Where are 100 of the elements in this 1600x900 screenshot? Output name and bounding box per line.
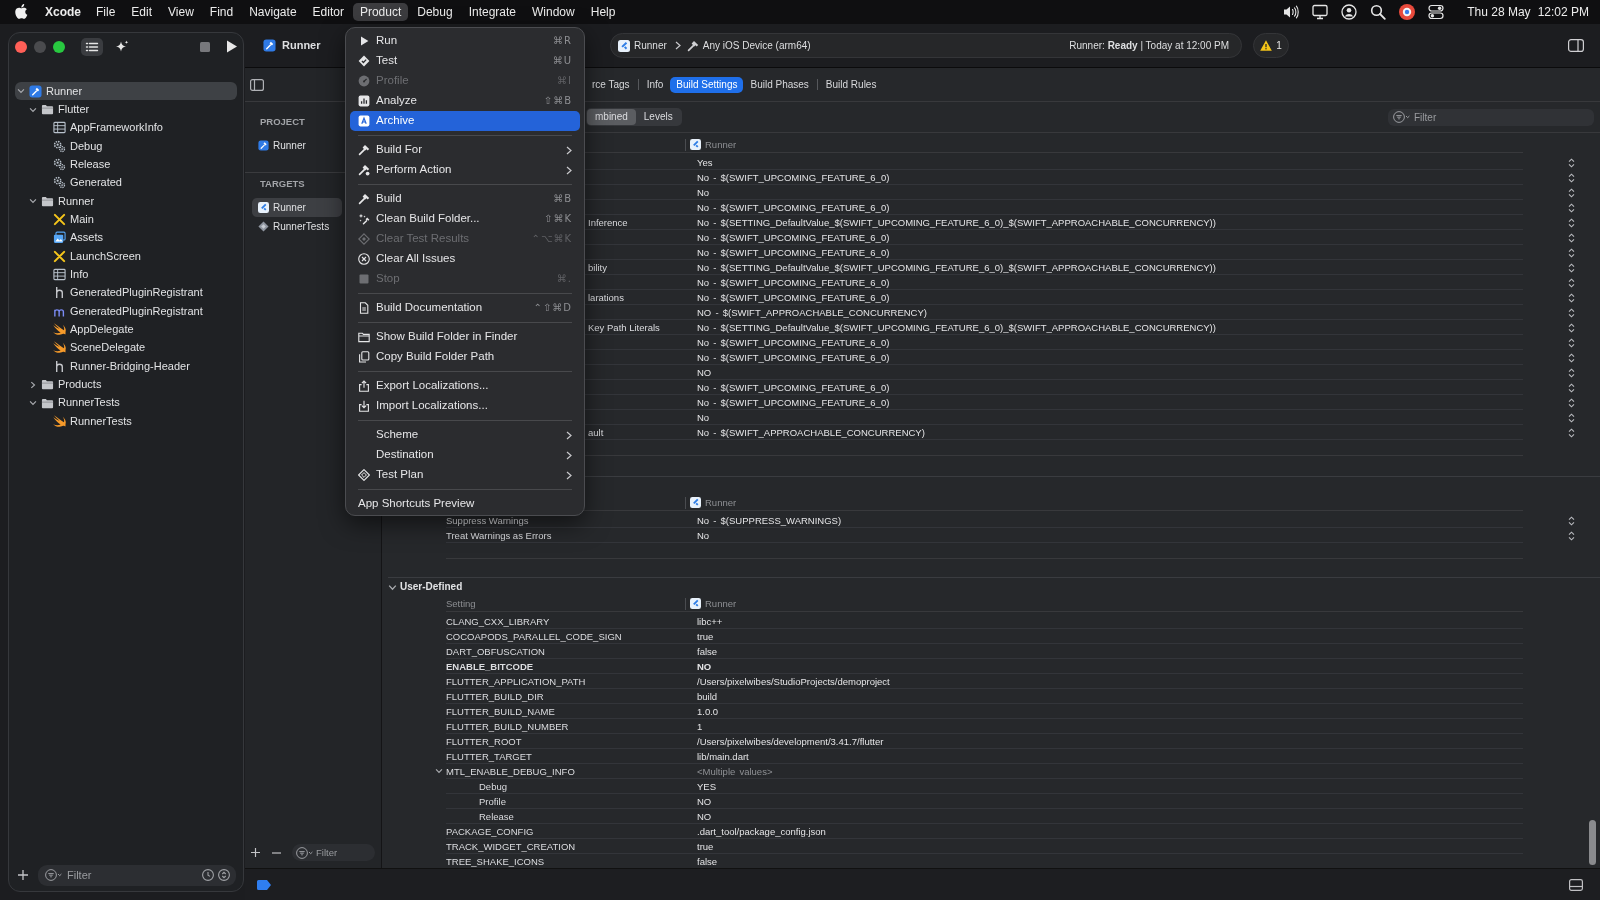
menu-bar-clock[interactable]: 12:02 PM [1537, 4, 1589, 20]
navigator-item[interactable]: Products [15, 375, 237, 394]
play-icon[interactable] [226, 40, 237, 53]
chevron-right-icon[interactable] [29, 380, 37, 389]
warning-button[interactable]: 1 [1253, 33, 1289, 58]
stepper-icon[interactable] [1568, 427, 1575, 438]
chevron-down-icon[interactable] [435, 767, 443, 775]
scheme-name[interactable]: Runner [634, 39, 667, 52]
app-menu[interactable]: Xcode [45, 4, 81, 20]
segment[interactable]: Levels [635, 109, 681, 125]
target-item[interactable]: RunnerTests [252, 217, 342, 236]
menu-bar-item[interactable]: Editor [305, 2, 351, 22]
zoom-button[interactable] [53, 40, 65, 53]
stepper-icon[interactable] [1568, 172, 1575, 183]
tag-icon[interactable] [257, 879, 271, 890]
navigator-item[interactable]: LaunchScreen [15, 247, 237, 266]
tab[interactable]: Info [640, 76, 670, 93]
menu-item[interactable]: Test ⌘U [350, 51, 580, 71]
menu-item[interactable]: Clean Build Folder... ⇧⌘K [350, 209, 580, 229]
menu-item[interactable]: Build Documentation ⌃⇧⌘D [350, 298, 580, 318]
menu-bar-date[interactable]: Thu 28 May [1467, 4, 1531, 20]
toggles-icon[interactable] [1428, 4, 1445, 20]
menu-bar-item[interactable]: Help [583, 2, 623, 22]
menu-item[interactable]: App Shortcuts Preview [350, 494, 580, 514]
menu-item[interactable]: Perform Action [350, 160, 580, 180]
navigator-item[interactable]: Assets [15, 228, 237, 248]
sidebar-right-icon[interactable] [1568, 39, 1584, 52]
menu-bar-item[interactable]: Window [525, 2, 582, 22]
volume-icon[interactable] [1283, 4, 1300, 20]
chevron-down-icon[interactable] [29, 105, 37, 114]
stepper-icon[interactable] [1568, 247, 1575, 258]
stepper-icon[interactable] [1568, 367, 1575, 378]
destination-name[interactable]: Any iOS Device (arm64) [702, 39, 811, 52]
target-item[interactable]: Runner [252, 136, 342, 155]
menu-item[interactable]: Build ⌘B [350, 189, 580, 209]
menu-item[interactable]: Clear All Issues [350, 249, 580, 269]
navigator-item[interactable]: Runner [15, 82, 237, 101]
menu-item[interactable]: Test Plan [350, 465, 580, 485]
stepper-icon[interactable] [1568, 217, 1575, 228]
stepper-icon[interactable] [1568, 262, 1575, 273]
navigator-item[interactable]: Release [15, 155, 237, 174]
display-icon[interactable] [1312, 4, 1329, 20]
chevron-down-icon[interactable] [17, 87, 25, 96]
menu-bar-item[interactable]: Edit [124, 2, 160, 22]
minus-icon[interactable] [272, 851, 281, 854]
filter-field[interactable]: Filter [1388, 108, 1594, 126]
navigator-item[interactable]: Runner-Bridging-Header [15, 357, 237, 376]
navigator-item[interactable]: RunnerTests [15, 393, 237, 413]
tab[interactable]: Build Rules [819, 76, 883, 93]
stepper-icon[interactable] [1568, 292, 1575, 303]
menu-bar-item[interactable]: Navigate [242, 2, 304, 22]
navigator-item[interactable]: SceneDelegate [15, 338, 237, 358]
scrollbar-thumb[interactable] [1589, 820, 1596, 865]
menu-bar-item[interactable]: Product [352, 2, 409, 22]
menu-item[interactable]: Analyze ⇧⌘B [350, 91, 580, 111]
stop-icon[interactable] [200, 41, 210, 52]
stepper-icon[interactable] [1568, 202, 1575, 213]
close-button[interactable] [15, 40, 27, 53]
chevron-down-icon[interactable] [388, 582, 397, 592]
tab[interactable]: Build Settings [670, 76, 744, 93]
chevron-down-icon[interactable] [29, 399, 37, 407]
navigator-item[interactable]: GeneratedPluginRegistrant [15, 302, 237, 321]
menu-item[interactable]: Export Localizations... [350, 376, 580, 396]
stepper-icon[interactable] [1568, 307, 1575, 318]
filter-field[interactable]: Filter [38, 864, 236, 886]
plus-icon[interactable] [18, 870, 28, 880]
segment[interactable]: mbined [587, 109, 636, 125]
menu-item[interactable]: Scheme [350, 425, 580, 445]
sidebar-icon[interactable] [250, 78, 264, 91]
sparkle-icon[interactable] [114, 40, 129, 53]
navigator-item[interactable]: Flutter [15, 100, 237, 119]
menu-item[interactable]: Copy Build Folder Path [350, 347, 580, 367]
menu-item[interactable]: Show Build Folder in Finder [350, 327, 580, 347]
filter-field[interactable]: Filter [292, 844, 375, 861]
stepper-icon[interactable] [1568, 157, 1575, 168]
stepper-icon[interactable] [1568, 412, 1575, 423]
stepper-icon[interactable] [1568, 515, 1575, 526]
menu-bar-item[interactable]: File [89, 2, 123, 22]
menu-item[interactable]: Build For [350, 140, 580, 160]
navigator-item[interactable]: AppFrameworkInfo [15, 118, 237, 138]
stepper-icon[interactable] [1568, 352, 1575, 363]
navigator-item[interactable]: Generated [15, 173, 237, 193]
stepper-icon[interactable] [1568, 187, 1575, 198]
menu-bar-item[interactable]: Debug [410, 2, 460, 22]
sort-circle-icon[interactable] [218, 869, 230, 881]
menu-item[interactable]: Import Localizations... [350, 396, 580, 416]
navigator-item[interactable]: AppDelegate [15, 320, 237, 339]
panel-bottom-icon[interactable] [1569, 878, 1583, 891]
tab[interactable]: Build Phases [744, 76, 815, 93]
apple-logo-icon[interactable] [15, 4, 28, 20]
stepper-icon[interactable] [1568, 530, 1575, 541]
clock-icon[interactable] [202, 869, 214, 881]
stepper-icon[interactable] [1568, 337, 1575, 348]
list-icon[interactable] [81, 37, 103, 56]
target-item[interactable]: Runner [252, 198, 342, 217]
navigator-item[interactable]: Main [15, 210, 237, 229]
search-icon[interactable] [1370, 4, 1387, 20]
chevron-down-icon[interactable] [29, 197, 37, 206]
menu-item[interactable]: Destination [350, 445, 580, 465]
tab[interactable]: rce Tags [586, 76, 636, 93]
